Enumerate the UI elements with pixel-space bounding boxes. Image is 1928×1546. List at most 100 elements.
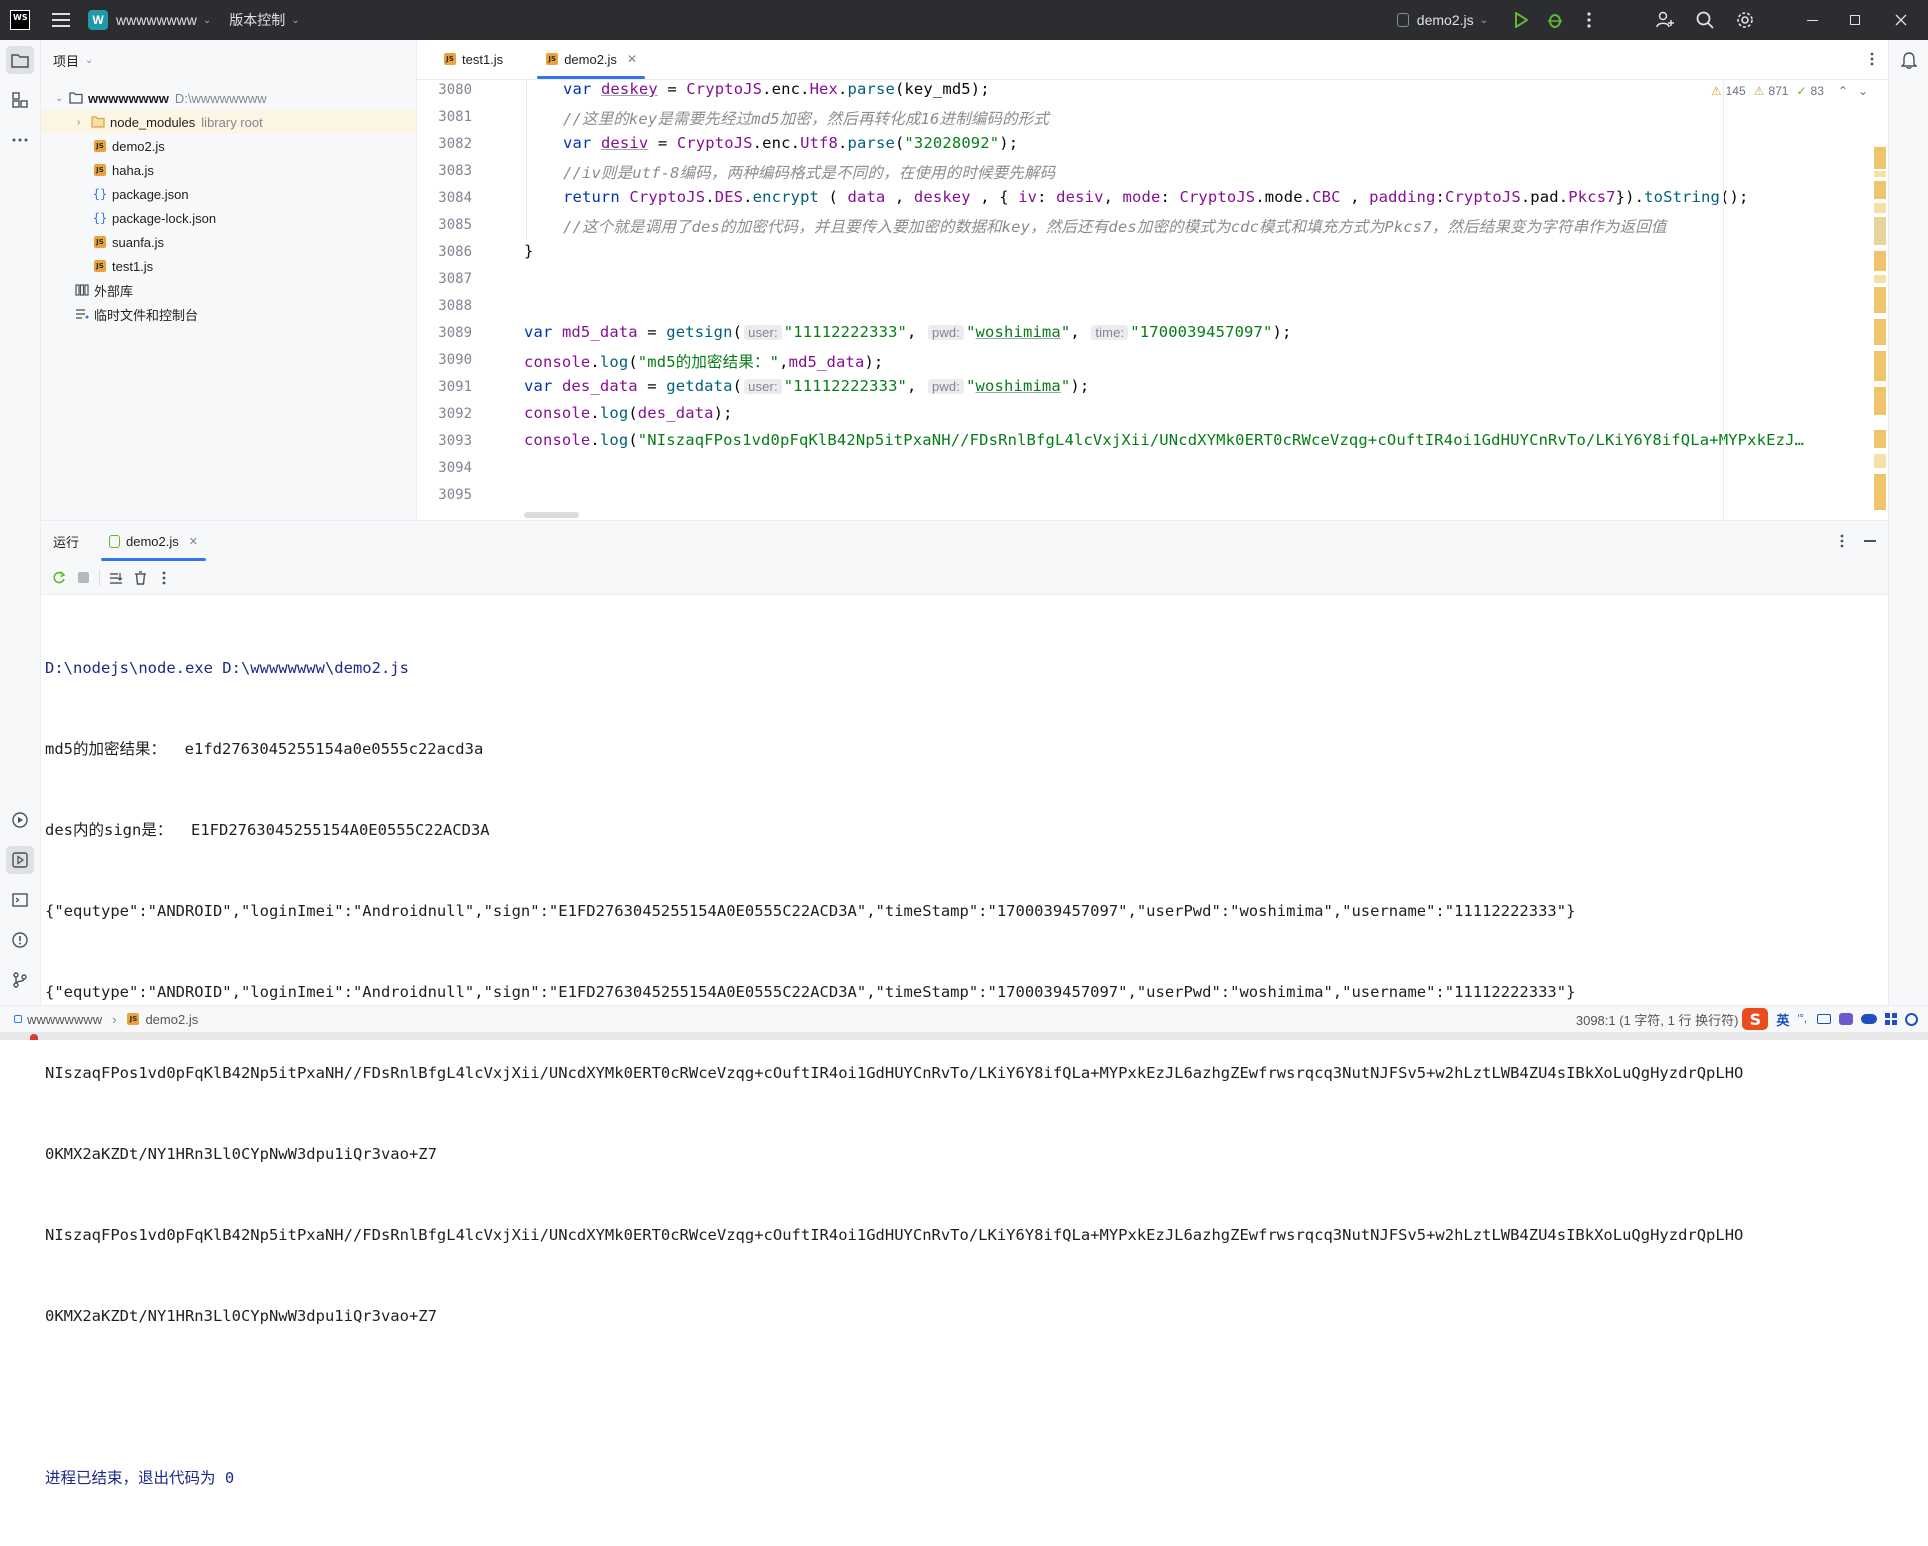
rerun-icon[interactable] (47, 570, 71, 585)
more-actions-icon[interactable] (1576, 0, 1602, 40)
line-number: 3085 (438, 217, 472, 233)
grid-icon[interactable] (1885, 1013, 1897, 1025)
project-panel-header[interactable]: 项目 ⌄ (41, 40, 416, 80)
ime-settings-icon[interactable] (1905, 1012, 1918, 1026)
run-options-icon[interactable] (1840, 534, 1844, 551)
tree-item-external-libs[interactable]: 外部库 (41, 278, 416, 302)
console-line: NIszaqFPos1vd0pFqKlB42Np5itPxaNH//FDsRnl… (45, 1226, 1744, 1244)
line-number: 3094 (438, 460, 472, 476)
token: var (524, 377, 562, 395)
token: parse (847, 134, 895, 152)
terminal-tool-button[interactable] (6, 886, 34, 914)
terminal-icon (12, 893, 28, 907)
toolbar-divider (99, 569, 100, 586)
chevron-up-icon[interactable]: ⌃ (1838, 84, 1848, 98)
caret-position[interactable]: 3098:1 (1 字符, 1 行 换行符) (1576, 1010, 1739, 1029)
git-tool-button[interactable] (6, 966, 34, 994)
scroll-to-end-icon[interactable] (104, 571, 128, 585)
structure-tool-button[interactable] (6, 86, 34, 114)
right-margin-guide (1723, 80, 1724, 520)
vcs-menu[interactable]: 版本控制 ⌄ (229, 0, 299, 40)
token: .mode. (1255, 188, 1313, 206)
ime-language[interactable]: 英 (1776, 1010, 1789, 1029)
project-switcher[interactable]: W wwwwwwww ⌄ (88, 0, 211, 40)
check-icon: ✓ (1796, 84, 1807, 98)
tree-item-scratches[interactable]: 临时文件和控制台 (41, 302, 416, 326)
run-tab-demo2[interactable]: demo2.js ✕ (101, 521, 206, 561)
hide-panel-icon[interactable] (1864, 540, 1876, 542)
app-logo[interactable]: WS (10, 0, 30, 40)
tree-item-suanfa-js[interactable]: JS suanfa.js (41, 230, 416, 254)
console-line: {"equtype":"ANDROID","loginImei":"Androi… (45, 983, 1576, 1001)
run-button[interactable] (1508, 0, 1534, 40)
token: : (1160, 188, 1180, 206)
tab-demo2-js[interactable]: JS demo2.js ✕ (531, 39, 651, 79)
folder-icon (69, 91, 83, 105)
tree-root[interactable]: ⌄ wwwwwwww D:\wwwwwwww (41, 86, 416, 110)
sogou-ime-icon[interactable]: S (1742, 1008, 1769, 1030)
token: DES (714, 188, 744, 206)
token: encrypt (752, 188, 820, 206)
add-user-icon[interactable] (1652, 0, 1678, 40)
maximize-button[interactable] (1832, 0, 1878, 40)
close-tab-icon[interactable]: ✕ (189, 535, 198, 548)
project-name: wwwwwwww (116, 12, 197, 28)
tab-test1-js[interactable]: JS test1.js (429, 39, 517, 79)
tree-item-demo2-js[interactable]: JS demo2.js (41, 134, 416, 158)
notifications-button[interactable] (1895, 46, 1923, 74)
more-actions-icon[interactable] (152, 571, 176, 585)
error-stripe-lower[interactable] (1874, 430, 1886, 514)
close-button[interactable] (1878, 0, 1924, 40)
minimize-button[interactable] (1792, 0, 1832, 40)
token: woshimima (975, 323, 1061, 341)
settings-gear-icon[interactable] (1732, 0, 1758, 40)
project-panel: 项目 ⌄ ⌄ wwwwwwww D:\wwwwwwww › node_modul… (41, 40, 417, 520)
root-name: wwwwwwww (88, 90, 169, 106)
stop-icon[interactable] (71, 572, 95, 583)
trash-icon[interactable] (128, 570, 152, 585)
root-path: D:\wwwwwwww (174, 90, 267, 106)
inspection-widget[interactable]: ⚠ 145 ⚠ 871 ✓ 83 ⌃ ⌄ (1711, 84, 1868, 98)
run-tool-button[interactable] (6, 846, 34, 874)
project-tool-button[interactable] (6, 46, 34, 74)
token: = (657, 80, 687, 98)
breadcrumb-file[interactable]: demo2.js (145, 1012, 198, 1027)
run-config-selector[interactable]: demo2.js ⌄ (1396, 0, 1488, 40)
js-file-icon: JS (443, 52, 457, 66)
console-output[interactable]: D:\nodejs\node.exe D:\wwwwwwww\demo2.js … (45, 601, 1888, 1487)
keyboard-icon[interactable] (1817, 1014, 1831, 1024)
token: . (590, 431, 600, 449)
token: mode (1122, 188, 1161, 206)
main-menu-icon[interactable] (50, 0, 72, 40)
line-number: 3089 (438, 325, 472, 341)
tree-item-package-json[interactable]: {} package.json (41, 182, 416, 206)
more-tools-icon[interactable] (6, 126, 34, 154)
tree-item-node-modules[interactable]: › node_modules library root (41, 110, 416, 134)
token: = (637, 323, 667, 341)
breadcrumb-project[interactable]: wwwwwwww (27, 1012, 102, 1027)
search-icon[interactable] (1692, 0, 1718, 40)
tree-item-label: demo2.js (112, 138, 165, 154)
warning-count: 145 (1725, 84, 1746, 98)
chevron-down-icon: ⌄ (85, 54, 94, 66)
indent-guide (526, 80, 527, 240)
debug-button[interactable] (1542, 0, 1568, 40)
error-stripe[interactable] (1874, 147, 1886, 417)
horizontal-scrollbar[interactable] (524, 512, 579, 518)
services-tool-button[interactable] (6, 806, 34, 834)
token: " (1060, 323, 1071, 341)
tree-item-haha-js[interactable]: JS haha.js (41, 158, 416, 182)
status-bar: wwwwwwww › JS demo2.js 3098:1 (1 字符, 1 行… (0, 1005, 1928, 1032)
code-area[interactable]: ⚠ 145 ⚠ 871 ✓ 83 ⌃ ⌄ 3080 3081 3082 3083 30… (417, 80, 1888, 520)
problems-tool-button[interactable] (6, 926, 34, 954)
skin-icon[interactable] (1839, 1013, 1853, 1025)
tab-options-icon[interactable] (1870, 52, 1874, 69)
cloud-icon[interactable] (1861, 1014, 1877, 1024)
console-line: 进程已结束，退出代码为 0 (45, 1469, 235, 1487)
token: ( (628, 353, 638, 371)
tree-item-test1-js[interactable]: JS test1.js (41, 254, 416, 278)
close-tab-icon[interactable]: ✕ (627, 52, 637, 66)
tree-item-package-lock-json[interactable]: {} package-lock.json (41, 206, 416, 230)
ime-punctuation[interactable]: '°, (1797, 1013, 1807, 1025)
chevron-down-icon[interactable]: ⌄ (1858, 84, 1868, 98)
